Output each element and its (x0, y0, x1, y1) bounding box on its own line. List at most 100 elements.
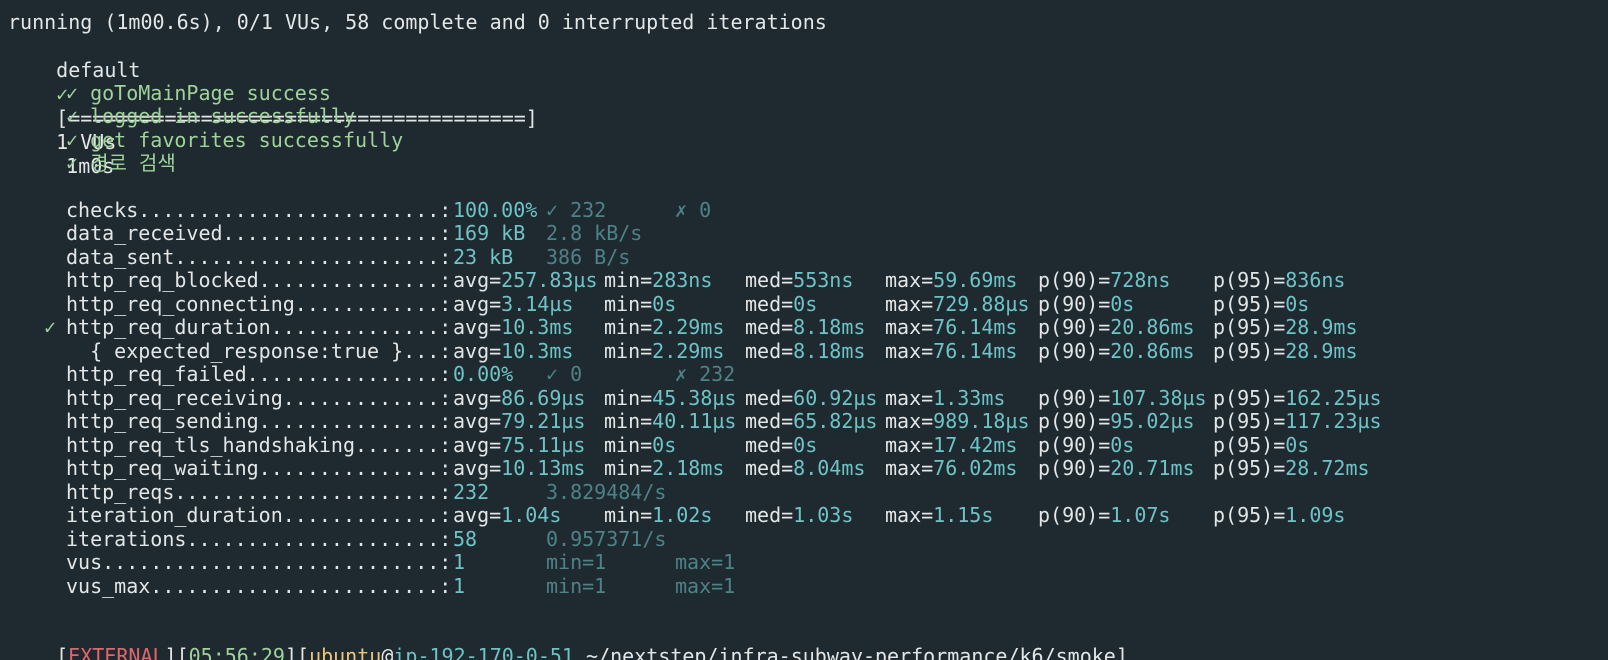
metric-leader-dots: ...............: (258, 268, 452, 292)
check-item: ✓ get favorites successfully (66, 128, 404, 152)
metric-med: med=65.82µs (745, 409, 878, 433)
metric-label: vus_max (66, 574, 151, 598)
metric-leader-dots: ................: (246, 362, 452, 386)
metric-leader-dots: .......: (354, 433, 452, 457)
metric-p90: p(90)=728ns (1038, 268, 1171, 292)
metric-p90: p(90)=20.86ms (1038, 315, 1195, 339)
metric-name: http_req_waiting...............: (66, 456, 451, 480)
metric-name: http_req_blocked...............: (66, 268, 451, 292)
metric-label: iteration_duration (66, 503, 283, 527)
metric-row: ✓ http_req_duration..............: avg=10… (0, 315, 1600, 339)
prompt-time: 05:56:29 (188, 644, 285, 660)
metric-label: http_req_connecting (66, 292, 295, 316)
metric-name: http_req_receiving.............: (66, 386, 451, 410)
metric-max: max=59.69ms (885, 268, 1018, 292)
metric-avg: avg=86.69µs (453, 386, 586, 410)
metric-label: http_req_failed (66, 362, 247, 386)
metric-p95: p(95)=0s (1213, 292, 1310, 316)
metric-row: http_req_tls_handshaking.......: avg=75.1… (0, 433, 1600, 457)
metric-max: max=729.88µs (885, 292, 1030, 316)
metric-v2: min=1 (546, 550, 607, 574)
metric-name: checks.........................: (66, 198, 451, 222)
metric-row: http_reqs......................: 232 3.829… (0, 480, 1600, 504)
metric-label: http_req_waiting (66, 456, 259, 480)
metric-row: vus_max........................: 1 min=1 ma… (0, 574, 1600, 598)
metric-name: http_req_connecting............: (66, 292, 451, 316)
metric-p90: p(90)=20.71ms (1038, 456, 1195, 480)
metric-row: checks.........................: 100.00% ✓… (0, 198, 1600, 222)
metric-p90: p(90)=95.02µs (1038, 409, 1195, 433)
metric-p95: p(95)=162.25µs (1213, 386, 1382, 410)
metric-med: med=553ns (745, 268, 854, 292)
metric-med: med=8.18ms (745, 339, 866, 363)
metric-label: iterations (66, 527, 187, 551)
metric-p90: p(90)=0s (1038, 292, 1135, 316)
metric-leader-dots: ...............: (258, 456, 452, 480)
prompt-path: ~/nextstep/infra-subway-performance/k6/s… (573, 644, 1128, 660)
metric-leader-dots: ......................: (174, 480, 452, 504)
metric-p95: p(95)=1.09s (1213, 503, 1346, 527)
metric-p95: p(95)=0s (1213, 433, 1310, 457)
prompt-bracket: ][ (164, 644, 189, 660)
metric-p90: p(90)=20.86ms (1038, 339, 1195, 363)
metric-name: data_sent......................: (66, 245, 451, 269)
metric-v1: 23 kB (453, 245, 514, 269)
metric-label: http_reqs (66, 480, 175, 504)
metric-row: vus............................: 1 min=1 ma… (0, 550, 1600, 574)
metric-max: max=76.02ms (885, 456, 1018, 480)
shell-prompt[interactable]: [EXTERNAL][05:56:29][ubuntu@ip-192-170-0… (8, 620, 1128, 660)
metric-v2: 3.829484/s (546, 480, 667, 504)
metric-max: max=76.14ms (885, 315, 1018, 339)
metric-leader-dots: ......................: (174, 245, 452, 269)
metric-label: http_req_receiving (66, 386, 283, 410)
metric-med: med=0s (745, 433, 818, 457)
prompt-env-tag: EXTERNAL (68, 644, 165, 660)
metric-name: vus_max........................: (66, 574, 451, 598)
metric-avg: avg=75.11µs (453, 433, 586, 457)
metric-p90: p(90)=107.38µs (1038, 386, 1207, 410)
metric-leader-dots: .........................: (138, 198, 452, 222)
metric-label: http_req_blocked (66, 268, 259, 292)
metric-leader-dots: ............: (294, 292, 452, 316)
metric-med: med=0s (745, 292, 818, 316)
metric-avg: avg=10.3ms (453, 339, 574, 363)
metric-label: http_req_sending (66, 409, 259, 433)
metric-v1: 0.00% (453, 362, 514, 386)
metric-v1: 232 (453, 480, 490, 504)
prompt-bracket: [ (56, 644, 69, 660)
metric-max: max=17.42ms (885, 433, 1018, 457)
metric-leader-dots: .............: (282, 503, 452, 527)
metric-v3: ✗ 232 (675, 362, 736, 386)
metric-med: med=60.92µs (745, 386, 878, 410)
metric-v1: 169 kB (453, 221, 526, 245)
prompt-user: ubuntu (309, 644, 382, 660)
metric-label: data_received (66, 221, 223, 245)
metric-med: med=8.18ms (745, 315, 866, 339)
prompt-at: @ (381, 644, 394, 660)
metric-leader-dots: .....................: (186, 527, 452, 551)
metric-min: min=40.11µs (604, 409, 737, 433)
threshold-pass-icon: ✓ (44, 315, 69, 339)
metric-min: min=2.18ms (604, 456, 725, 480)
metric-name: http_reqs......................: (66, 480, 451, 504)
metric-row: iterations.....................: 58 0.9573… (0, 527, 1600, 551)
metric-v3: ✗ 0 (675, 198, 712, 222)
scenario-label: default (56, 58, 141, 82)
metric-max: max=76.14ms (885, 339, 1018, 363)
metric-v2: ✓ 0 (546, 362, 583, 386)
metric-v1: 58 (453, 527, 478, 551)
metric-min: min=2.29ms (604, 339, 725, 363)
metric-v1: 100.00% (453, 198, 538, 222)
metric-p95: p(95)=28.9ms (1213, 315, 1358, 339)
metric-avg: avg=10.13ms (453, 456, 586, 480)
metric-leader-dots: ...............: (258, 409, 452, 433)
terminal-window[interactable]: running (1m00.6s), 0/1 VUs, 58 complete … (0, 0, 1608, 660)
metric-v2: 2.8 kB/s (546, 221, 643, 245)
metric-min: min=2.29ms (604, 315, 725, 339)
metric-p95: p(95)=117.23µs (1213, 409, 1382, 433)
metric-row: http_req_waiting...............: avg=10.1… (0, 456, 1600, 480)
metric-label: data_sent (66, 245, 175, 269)
metric-v1: 1 (453, 550, 466, 574)
metric-v3: max=1 (675, 574, 736, 598)
metric-name: http_req_failed................: (66, 362, 451, 386)
